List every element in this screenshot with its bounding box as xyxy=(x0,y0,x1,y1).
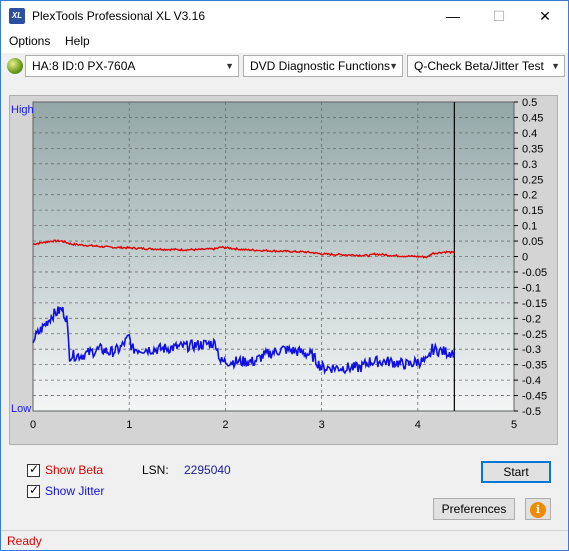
y-tick-label: 0.5 xyxy=(522,97,537,109)
x-tick-label: 3 xyxy=(319,419,325,431)
y-tick-label: 0.3 xyxy=(522,159,537,171)
test-select-value: Q-Check Beta/Jitter Test xyxy=(414,59,544,73)
lsn-label: LSN: xyxy=(142,463,169,477)
info-button[interactable]: i xyxy=(525,498,551,520)
y-tick-label: 0.15 xyxy=(522,205,543,217)
x-tick-label: 0 xyxy=(30,419,36,431)
info-icon: i xyxy=(530,502,546,518)
show-beta-label[interactable]: Show Beta xyxy=(45,463,103,477)
minimize-button[interactable]: — xyxy=(430,1,476,31)
x-tick-label: 1 xyxy=(126,419,132,431)
status-bar: Ready xyxy=(1,530,568,550)
y-tick-label: 0.1 xyxy=(522,221,537,233)
y-tick-label: 0 xyxy=(522,252,528,264)
y-tick-label: 0.25 xyxy=(522,174,543,186)
plextools-logo-icon: XL xyxy=(9,8,25,24)
y-axis-low-label: Low xyxy=(11,403,31,415)
menu-options[interactable]: Options xyxy=(9,34,50,48)
beta-jitter-chart: 0 1 2 3 4 5 0.5 0.45 0.4 0.35 0.3 0.25 0.2 0.15 0.1 0.0… xyxy=(11,97,547,431)
function-select-value: DVD Diagnostic Functions xyxy=(250,59,391,73)
preferences-button[interactable]: Preferences xyxy=(433,498,515,520)
y-tick-label: 0.35 xyxy=(522,143,543,155)
show-jitter-checkbox[interactable] xyxy=(27,483,40,498)
menu-help[interactable]: Help xyxy=(65,34,90,48)
y-tick-label: -0.05 xyxy=(522,267,547,279)
chart-panel: 0 1 2 3 4 5 0.5 0.45 0.4 0.35 0.3 0.25 0.2 0.15 0.1 0.0… xyxy=(9,95,558,445)
y-tick-label: -0.1 xyxy=(522,282,541,294)
title-bar: XL PlexTools Professional XL V3.16 — ☐ ✕ xyxy=(1,1,568,31)
drive-select-value: HA:8 ID:0 PX-760A xyxy=(32,59,136,73)
y-tick-label: -0.45 xyxy=(522,391,547,403)
y-tick-label: 0.45 xyxy=(522,112,543,124)
drive-status-icon xyxy=(7,58,23,74)
function-select[interactable]: DVD Diagnostic Functions ▼ xyxy=(243,55,403,77)
y-tick-label: 0.2 xyxy=(522,190,537,202)
y-tick-label: -0.3 xyxy=(522,344,541,356)
y-tick-label: -0.25 xyxy=(522,329,547,341)
drive-select[interactable]: HA:8 ID:0 PX-760A ▼ xyxy=(25,55,239,77)
start-button[interactable]: Start xyxy=(481,461,551,483)
chevron-down-icon: ▼ xyxy=(551,61,560,71)
y-tick-label: 0.4 xyxy=(522,128,537,140)
y-tick-label: -0.35 xyxy=(522,360,547,372)
maximize-button[interactable]: ☐ xyxy=(476,1,522,31)
x-tick-label: 5 xyxy=(511,419,517,431)
x-tick-label: 2 xyxy=(222,419,228,431)
y-tick-label: 0.05 xyxy=(522,236,543,248)
test-select[interactable]: Q-Check Beta/Jitter Test ▼ xyxy=(407,55,565,77)
chevron-down-icon: ▼ xyxy=(389,61,398,71)
menu-options-label: Options xyxy=(9,34,51,48)
toolbar: HA:8 ID:0 PX-760A ▼ DVD Diagnostic Funct… xyxy=(1,53,568,79)
menu-help-label: Help xyxy=(65,34,90,48)
show-beta-checkbox[interactable] xyxy=(27,462,40,477)
chevron-down-icon: ▼ xyxy=(225,61,234,71)
controls-panel: Show Beta Show Jitter LSN: 2295040 Start… xyxy=(9,454,558,526)
y-tick-label: -0.4 xyxy=(522,375,541,387)
show-jitter-label[interactable]: Show Jitter xyxy=(45,484,104,498)
x-tick-label: 4 xyxy=(415,419,421,431)
app-window: XL PlexTools Professional XL V3.16 — ☐ ✕… xyxy=(0,0,569,551)
window-title: PlexTools Professional XL V3.16 xyxy=(32,9,205,23)
y-tick-label: -0.15 xyxy=(522,298,547,310)
y-axis-high-label: High xyxy=(11,104,34,116)
y-tick-label: -0.2 xyxy=(522,313,541,325)
close-button[interactable]: ✕ xyxy=(522,1,568,31)
status-text: Ready xyxy=(7,534,42,548)
y-tick-label: -0.5 xyxy=(522,406,541,418)
lsn-value: 2295040 xyxy=(184,463,231,477)
menu-bar: Options Help xyxy=(1,31,568,53)
